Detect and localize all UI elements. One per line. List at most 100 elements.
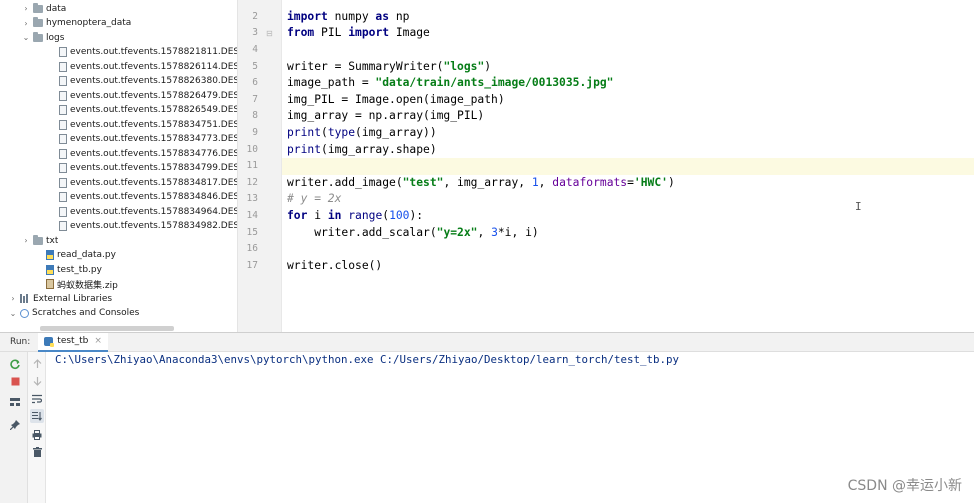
code-line[interactable]: img_array = np.array(img_PIL): [287, 108, 484, 125]
tree-item[interactable]: events.out.tfevents.1578834846.DESKTOP-8…: [0, 190, 237, 205]
tree-horizontal-scrollbar[interactable]: [40, 326, 174, 331]
fold-marker-icon[interactable]: ⊟: [266, 29, 273, 38]
code-line[interactable]: image_path = "data/train/ants_image/0013…: [287, 75, 613, 92]
code-token: 100: [389, 209, 410, 222]
code-token: as: [375, 9, 390, 23]
code-token: img_PIL = Image.open(image_path): [287, 92, 505, 106]
python-file-icon: [46, 250, 54, 260]
code-line[interactable]: print(type(img_array)): [287, 125, 437, 142]
project-tree[interactable]: › data › hymenoptera_data ⌄ logs events.out.tf…: [0, 0, 238, 332]
file-icon: [59, 90, 67, 101]
run-tab-label: test_tb: [57, 336, 89, 346]
tree-item-label: events.out.tfevents.1578834773.DESKTOP-8…: [70, 134, 237, 144]
tree-item[interactable]: events.out.tfevents.1578834982.DESKTOP-8…: [0, 219, 237, 234]
file-icon: [59, 105, 67, 115]
tree-item[interactable]: 蚂蚁数据集.zip: [0, 277, 237, 292]
code-line[interactable]: img_PIL = Image.open(image_path): [287, 92, 505, 109]
code-token: print: [287, 142, 322, 156]
tree-item[interactable]: events.out.tfevents.1578826380.DESKTOP-8…: [0, 74, 237, 89]
tree-item[interactable]: events.out.tfevents.1578826479.DESKTOP-8…: [0, 88, 237, 103]
line-number: 8: [252, 110, 258, 122]
tree-item[interactable]: › data: [0, 1, 237, 16]
file-icon: [59, 192, 67, 202]
code-line[interactable]: print(img_array.shape): [287, 142, 437, 159]
tree-item[interactable]: events.out.tfevents.1578826549.DESKTOP-8…: [0, 103, 237, 118]
mouse-ibeam-cursor: I: [855, 200, 862, 213]
arrow-up-icon[interactable]: [30, 357, 44, 371]
code-line[interactable]: # y = 2x: [287, 191, 341, 208]
tree-item[interactable]: events.out.tfevents.1578834751.DESKTOP-8…: [0, 117, 237, 132]
scroll-to-end-icon[interactable]: [30, 409, 44, 423]
tree-item-label: events.out.tfevents.1578834776.DESKTOP-8…: [70, 148, 237, 159]
code-token: "logs": [443, 59, 485, 73]
chevron-right-icon[interactable]: ›: [21, 19, 31, 28]
tree-item-label: events.out.tfevents.1578826549.DESKTOP-8…: [70, 105, 237, 115]
line-number: 3: [252, 27, 258, 39]
trash-icon[interactable]: [30, 445, 44, 459]
chevron-right-icon[interactable]: ›: [21, 4, 31, 13]
pin-icon[interactable]: [8, 418, 22, 432]
file-icon: [59, 177, 67, 188]
code-token: from: [287, 26, 315, 40]
code-line[interactable]: writer = SummaryWriter("logs"): [287, 59, 491, 76]
code-token: i: [307, 209, 328, 222]
rerun-icon[interactable]: [8, 357, 22, 371]
folder-icon: [33, 17, 43, 27]
line-number: 4: [252, 44, 258, 55]
file-icon: [59, 47, 67, 57]
close-icon[interactable]: ×: [94, 336, 102, 346]
tree-item[interactable]: test_tb.py: [0, 262, 237, 277]
code-line[interactable]: import numpy as np: [287, 9, 409, 26]
chevron-down-icon[interactable]: ⌄: [8, 309, 18, 318]
line-number: 17: [246, 259, 258, 271]
tree-item[interactable]: events.out.tfevents.1578826114.DESKTOP-8…: [0, 59, 237, 74]
folder-icon: [33, 2, 43, 13]
code-line[interactable]: writer.close(): [287, 258, 382, 275]
run-tab-test-tb[interactable]: test_tb ×: [38, 332, 108, 352]
tree-item[interactable]: events.out.tfevents.1578834799.DESKTOP-8…: [0, 161, 237, 176]
tree-item[interactable]: › txt: [0, 233, 237, 248]
print-icon[interactable]: [30, 428, 44, 442]
code-token: ):: [409, 209, 424, 222]
run-panel-label: Run:: [10, 337, 31, 347]
tree-item-label: data: [46, 3, 67, 14]
chevron-down-icon[interactable]: ⌄: [21, 33, 31, 42]
archive-file-icon: [46, 279, 54, 289]
soft-wrap-icon[interactable]: [30, 392, 44, 406]
file-icon: [59, 163, 67, 173]
tree-item[interactable]: › hymenoptera_data: [0, 16, 237, 31]
tree-item[interactable]: ⌄ logs: [0, 30, 237, 45]
chevron-right-icon[interactable]: ›: [21, 236, 31, 245]
tree-item[interactable]: ⌄ Scratches and Consoles: [0, 306, 237, 321]
file-icon: [59, 221, 67, 231]
code-line[interactable]: writer.add_image("test", img_array, 1, d…: [287, 175, 675, 192]
code-token: "test": [402, 175, 444, 189]
folder-icon: [33, 234, 43, 245]
stop-icon[interactable]: [8, 374, 22, 388]
code-line[interactable]: from PIL import Image: [287, 25, 430, 42]
python-file-icon: [46, 264, 54, 275]
tree-item[interactable]: events.out.tfevents.1578834776.DESKTOP-8…: [0, 146, 237, 161]
line-number: 10: [246, 143, 258, 155]
line-number: 2: [252, 10, 258, 22]
code-token: 1: [531, 175, 539, 189]
code-line[interactable]: writer.add_scalar("y=2x", 3*i, i): [287, 225, 538, 242]
tree-item[interactable]: read_data.py: [0, 248, 237, 263]
tree-item[interactable]: › External Libraries: [0, 291, 237, 306]
code-token: "data/train/ants_image/0013035.jpg": [375, 76, 614, 90]
run-toolbar: [0, 352, 28, 503]
code-editor[interactable]: 2 3 4 5 6 7 8 9 10 11 12 13 14 15 16 17 ⊟ import numpy a…: [238, 0, 974, 332]
code-line[interactable]: for i in range(100):: [287, 208, 423, 225]
console-output[interactable]: C:\Users\Zhiyao\Anaconda3\envs\pytorch\p…: [46, 352, 974, 503]
tree-item[interactable]: events.out.tfevents.1578834773.DESKTOP-8…: [0, 132, 237, 147]
code-token: np: [389, 9, 410, 23]
chevron-right-icon[interactable]: ›: [8, 294, 18, 303]
tree-item[interactable]: events.out.tfevents.1578821811.DESKTOP-8…: [0, 45, 237, 60]
line-number: 11: [246, 160, 258, 172]
layout-icon[interactable]: [8, 395, 22, 409]
arrow-down-icon[interactable]: [30, 374, 44, 388]
tree-item-label: events.out.tfevents.1578826114.DESKTOP-8…: [70, 61, 237, 72]
tree-item[interactable]: events.out.tfevents.1578834964.DESKTOP-8…: [0, 204, 237, 219]
tree-item[interactable]: events.out.tfevents.1578834817.DESKTOP-8…: [0, 175, 237, 190]
code-token: (: [321, 126, 328, 139]
